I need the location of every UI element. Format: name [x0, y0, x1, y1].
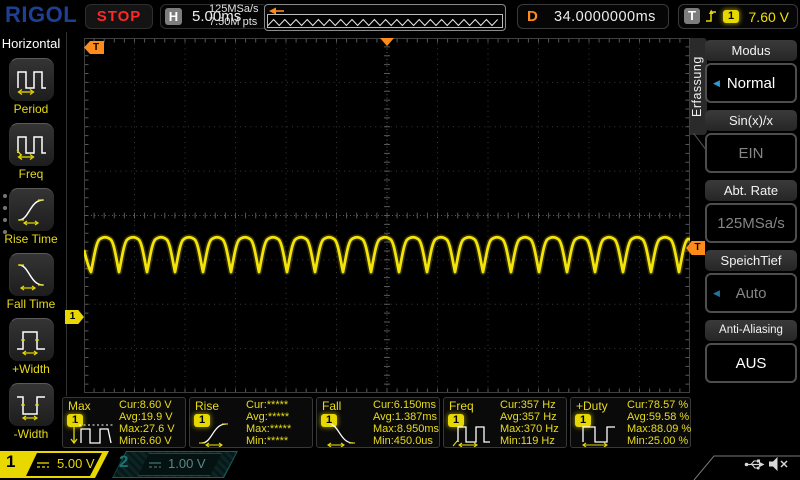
- delay-badge: D: [527, 8, 538, 25]
- freq-meas-icon: [448, 419, 498, 447]
- menu-value-abt-rate[interactable]: 125MSa/s: [705, 203, 797, 243]
- meas-row: Min:119 Hz: [500, 435, 559, 447]
- rise-meas-icon: [194, 419, 244, 447]
- freq-icon: [15, 129, 49, 161]
- sidebar-divider: [66, 32, 67, 396]
- rigol-logo: RIGOL: [5, 2, 77, 28]
- measurement-panel-freq: Freq 1 Cur:357 Hz Avg:357 Hz Max:370 Hz …: [443, 397, 567, 448]
- meas-row: Cur:6.150ms: [373, 399, 439, 411]
- rise-time-icon: [15, 194, 49, 226]
- measurement-panel-duty: +Duty 1 Cur:78.57 % Avg:59.58 % Max:88.0…: [570, 397, 691, 448]
- meas-row: Avg:1.387ms: [373, 411, 439, 423]
- trigger-source-badge: 1: [723, 10, 739, 23]
- memory-depth: 7.50M pts: [209, 16, 259, 29]
- plus-width-icon: [15, 324, 49, 356]
- meas-row: Min:450.0us: [373, 435, 439, 447]
- meas-row: Cur:*****: [246, 399, 291, 411]
- channel1-number: 1: [6, 452, 15, 472]
- channel2-scale: 1.00 V: [168, 456, 206, 471]
- meas-row: Min:25.00 %: [627, 435, 691, 447]
- memory-waveform-preview: [264, 4, 506, 31]
- run-stop-status[interactable]: STOP: [85, 4, 153, 29]
- meas-row: Min:*****: [246, 435, 291, 447]
- fall-time-icon: [15, 259, 49, 291]
- menu-scroll-dot: [3, 230, 7, 234]
- trigger-badge: T: [684, 8, 700, 24]
- menu-header-speichtief: SpeichTief: [705, 250, 797, 271]
- menu-arrow-icon: ◀: [713, 65, 720, 102]
- menu-value-anti-aliasing[interactable]: AUS: [705, 343, 797, 383]
- oscilloscope-screen: RIGOL STOP H 5.00ms 125MSa/s 7.50M pts D…: [0, 0, 800, 480]
- menu-scroll-dot: [3, 218, 7, 222]
- dc-coupling-icon: [148, 461, 162, 469]
- meas-row: Max:370 Hz: [500, 423, 559, 435]
- h-badge: H: [165, 8, 182, 25]
- menu-arrow-icon: ◀: [713, 275, 720, 312]
- meas-row: Avg:357 Hz: [500, 411, 559, 423]
- acquisition-info: 125MSa/s 7.50M pts: [209, 3, 259, 29]
- measurement-panel-rise: Rise 1 Cur:***** Avg:***** Max:***** Min…: [189, 397, 313, 448]
- trigger-delay-box: D 34.0000000ms: [517, 4, 669, 29]
- meas-row: Max:27.6 V: [119, 423, 175, 435]
- preview-window: [267, 14, 503, 28]
- channel2-number: 2: [119, 452, 128, 472]
- usb-icon: [744, 457, 765, 472]
- period-icon: [15, 64, 49, 96]
- menu-value-modus[interactable]: ◀ Normal: [705, 63, 797, 103]
- speaker-muted-icon: [768, 456, 790, 472]
- meas-row: Avg:59.58 %: [627, 411, 691, 423]
- menu-scroll-dot: [3, 206, 7, 210]
- sample-rate: 125MSa/s: [209, 3, 259, 16]
- fall-meas-icon: [321, 419, 371, 447]
- channel1-scale: 5.00 V: [57, 456, 95, 471]
- left-menu-title: Horizontal: [0, 36, 62, 51]
- meas-row: Max:88.09 %: [627, 423, 691, 435]
- dc-coupling-icon: [36, 461, 50, 469]
- minus-width-icon: [15, 389, 49, 421]
- meas-row: Max:8.950ms: [373, 423, 439, 435]
- delay-value: 34.0000000ms: [554, 9, 656, 25]
- menu-header-modus: Modus: [705, 40, 797, 61]
- menu-value-speichtief[interactable]: ◀ Auto: [705, 273, 797, 313]
- meas-row: Min:6.60 V: [119, 435, 175, 447]
- measurement-panel-max: Max 1 Cur:8.60 V Avg:19.9 V Max:27.6 V M…: [62, 397, 186, 448]
- meas-row: Avg:19.9 V: [119, 411, 175, 423]
- meas-row: Cur:78.57 %: [627, 399, 691, 411]
- vmax-icon: [67, 419, 117, 447]
- menu-scroll-dot: [3, 194, 7, 198]
- rising-edge-icon: [705, 8, 718, 24]
- meas-row: Max:*****: [246, 423, 291, 435]
- waveform-graticule: [84, 38, 690, 393]
- menu-header-anti-aliasing: Anti-Aliasing: [705, 320, 797, 341]
- menu-header-abt-rate: Abt. Rate: [705, 180, 797, 201]
- measurement-panel-fall: Fall 1 Cur:6.150ms Avg:1.387ms Max:8.950…: [316, 397, 440, 448]
- trigger-position-triangle-icon[interactable]: [380, 38, 394, 46]
- trigger-level: 7.60 V: [749, 9, 789, 25]
- meas-row: Avg:*****: [246, 411, 291, 423]
- trigger-status-box: T 1 7.60 V: [678, 4, 798, 29]
- meas-row: Cur:357 Hz: [500, 399, 559, 411]
- channel1-ground-marker[interactable]: 1: [65, 310, 84, 324]
- duty-icon: [575, 419, 625, 447]
- menu-header-sinx: Sin(x)/x: [705, 110, 797, 131]
- menu-value-sinx[interactable]: EIN: [705, 133, 797, 173]
- meas-row: Cur:8.60 V: [119, 399, 175, 411]
